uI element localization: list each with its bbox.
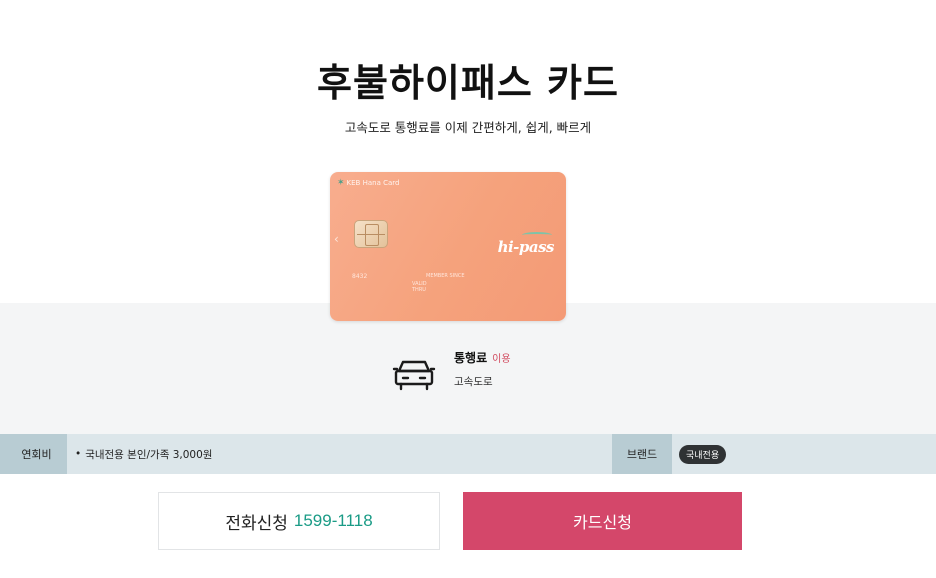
- brand-label: 브랜드: [626, 448, 658, 461]
- card-apply-button[interactable]: 카드신청: [463, 492, 742, 550]
- brand-badge: 국내전용: [679, 444, 727, 464]
- phone-apply-button[interactable]: 전화신청 1599-1118: [158, 492, 440, 550]
- card-chip-icon: [354, 220, 388, 248]
- card-bank-logo: ✶ KEB Hana Card: [337, 178, 399, 188]
- usage-title: 통행료 이용: [454, 349, 511, 366]
- info-bar: 연회비 • 국내전용 본인/가족 3,000원 브랜드 국내전용: [0, 434, 936, 474]
- usage-description: 고속도로: [454, 376, 493, 388]
- card-apply-label: 카드신청: [573, 513, 632, 532]
- phone-number: 1599-1118: [293, 511, 373, 530]
- page-subtitle: 고속도로 통행료를 이제 간편하게, 쉽게, 빠르게: [344, 120, 592, 135]
- car-icon: [392, 360, 436, 391]
- fee-value-text: 국내전용 본인/가족 3,000원: [85, 448, 213, 461]
- annual-fee-label: 연회비: [6, 434, 67, 474]
- phone-apply-label: 전화신청: [225, 513, 288, 534]
- hana-star-icon: ✶: [337, 178, 345, 188]
- hipass-logo: hi-pass: [497, 238, 555, 256]
- card-valid-text: VALID THRU: [412, 281, 427, 293]
- card-small-text: MEMBER SINCE: [426, 273, 465, 279]
- card-number: 8432: [352, 273, 368, 280]
- brand-value: 국내전용: [672, 434, 936, 474]
- page-title: 후불하이패스 카드: [317, 61, 619, 105]
- usage-title-text: 통행료: [454, 351, 488, 365]
- card-image: ✶ KEB Hana Card ‹ hi-pass 8432 MEMBER SIN…: [330, 172, 566, 321]
- annual-fee-value: • 국내전용 본인/가족 3,000원: [67, 434, 612, 474]
- card-bank-name: KEB Hana Card: [346, 179, 400, 187]
- grey-background-band: [0, 303, 936, 434]
- fee-bullet: •: [75, 448, 82, 460]
- card-thru-label: THRU: [412, 287, 426, 293]
- usage-tag: 이용: [492, 354, 511, 365]
- card-arrow-icon: ‹: [334, 232, 339, 246]
